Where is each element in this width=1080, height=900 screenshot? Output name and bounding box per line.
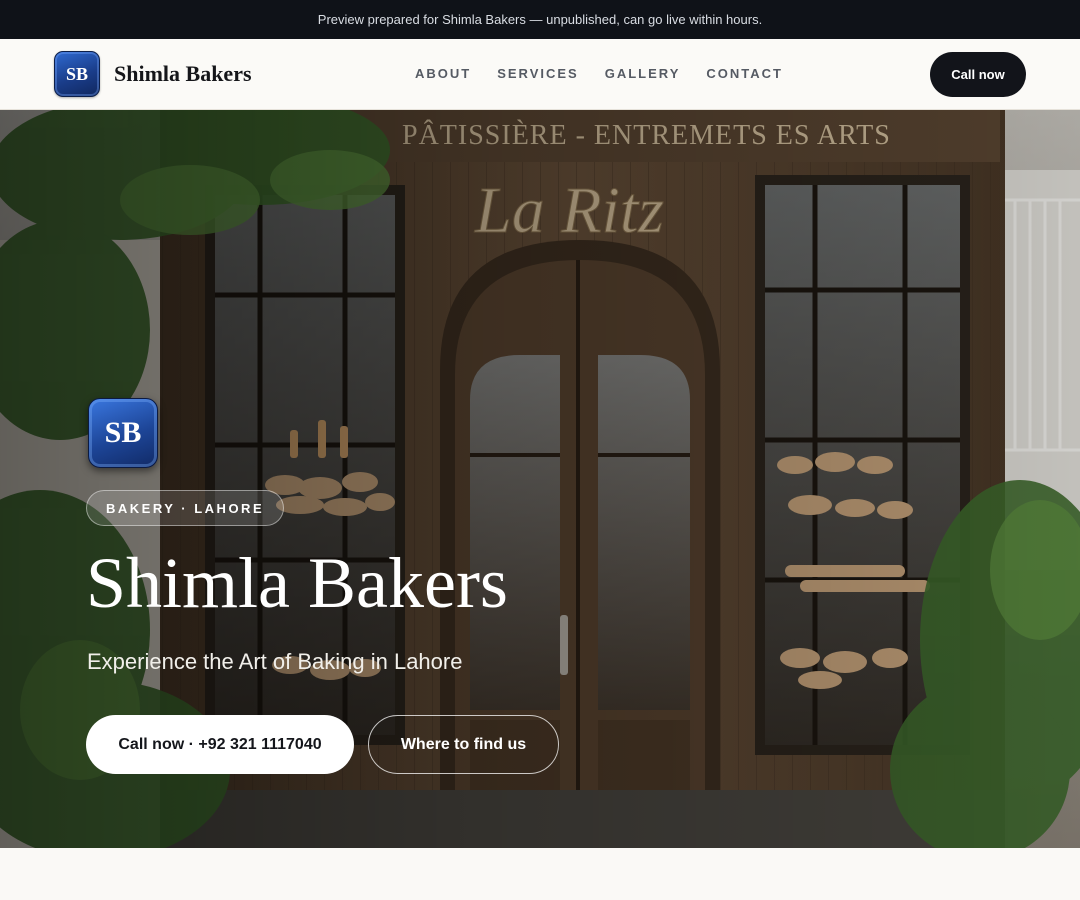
brand-logo: SB [54,51,100,97]
hero-title: Shimla Bakers [86,543,508,623]
call-now-button[interactable]: Call now [930,52,1026,97]
hero-section: PÂTISSIÈRE - ENTREMETS ES ARTS La Ritz [0,110,1080,848]
nav-link-gallery[interactable]: GALLERY [605,66,681,81]
find-us-button[interactable]: Where to find us [368,715,559,774]
category-tag: BAKERY · LAHORE [86,490,285,526]
brand-name: Shimla Bakers [114,61,252,86]
hero-logo: SB [88,398,158,468]
call-phone-button[interactable]: Call now · +92 321 1117040 [86,715,354,774]
nav-link-services[interactable]: SERVICES [497,66,579,81]
brand-link[interactable]: SB Shimla Bakers [54,51,252,97]
preview-banner-text: Preview prepared for Shimla Bakers — unp… [317,12,763,27]
hero-subtitle: Experience the Art of Baking in Lahore [87,649,463,674]
main-nav: ABOUT SERVICES GALLERY CONTACT [415,66,809,81]
nav-link-contact[interactable]: CONTACT [706,66,783,81]
next-section [0,848,1080,900]
site-header: SB Shimla Bakers ABOUT SERVICES GALLERY … [0,39,1080,110]
nav-link-about[interactable]: ABOUT [415,66,471,81]
preview-banner: Preview prepared for Shimla Bakers — unp… [0,0,1080,39]
